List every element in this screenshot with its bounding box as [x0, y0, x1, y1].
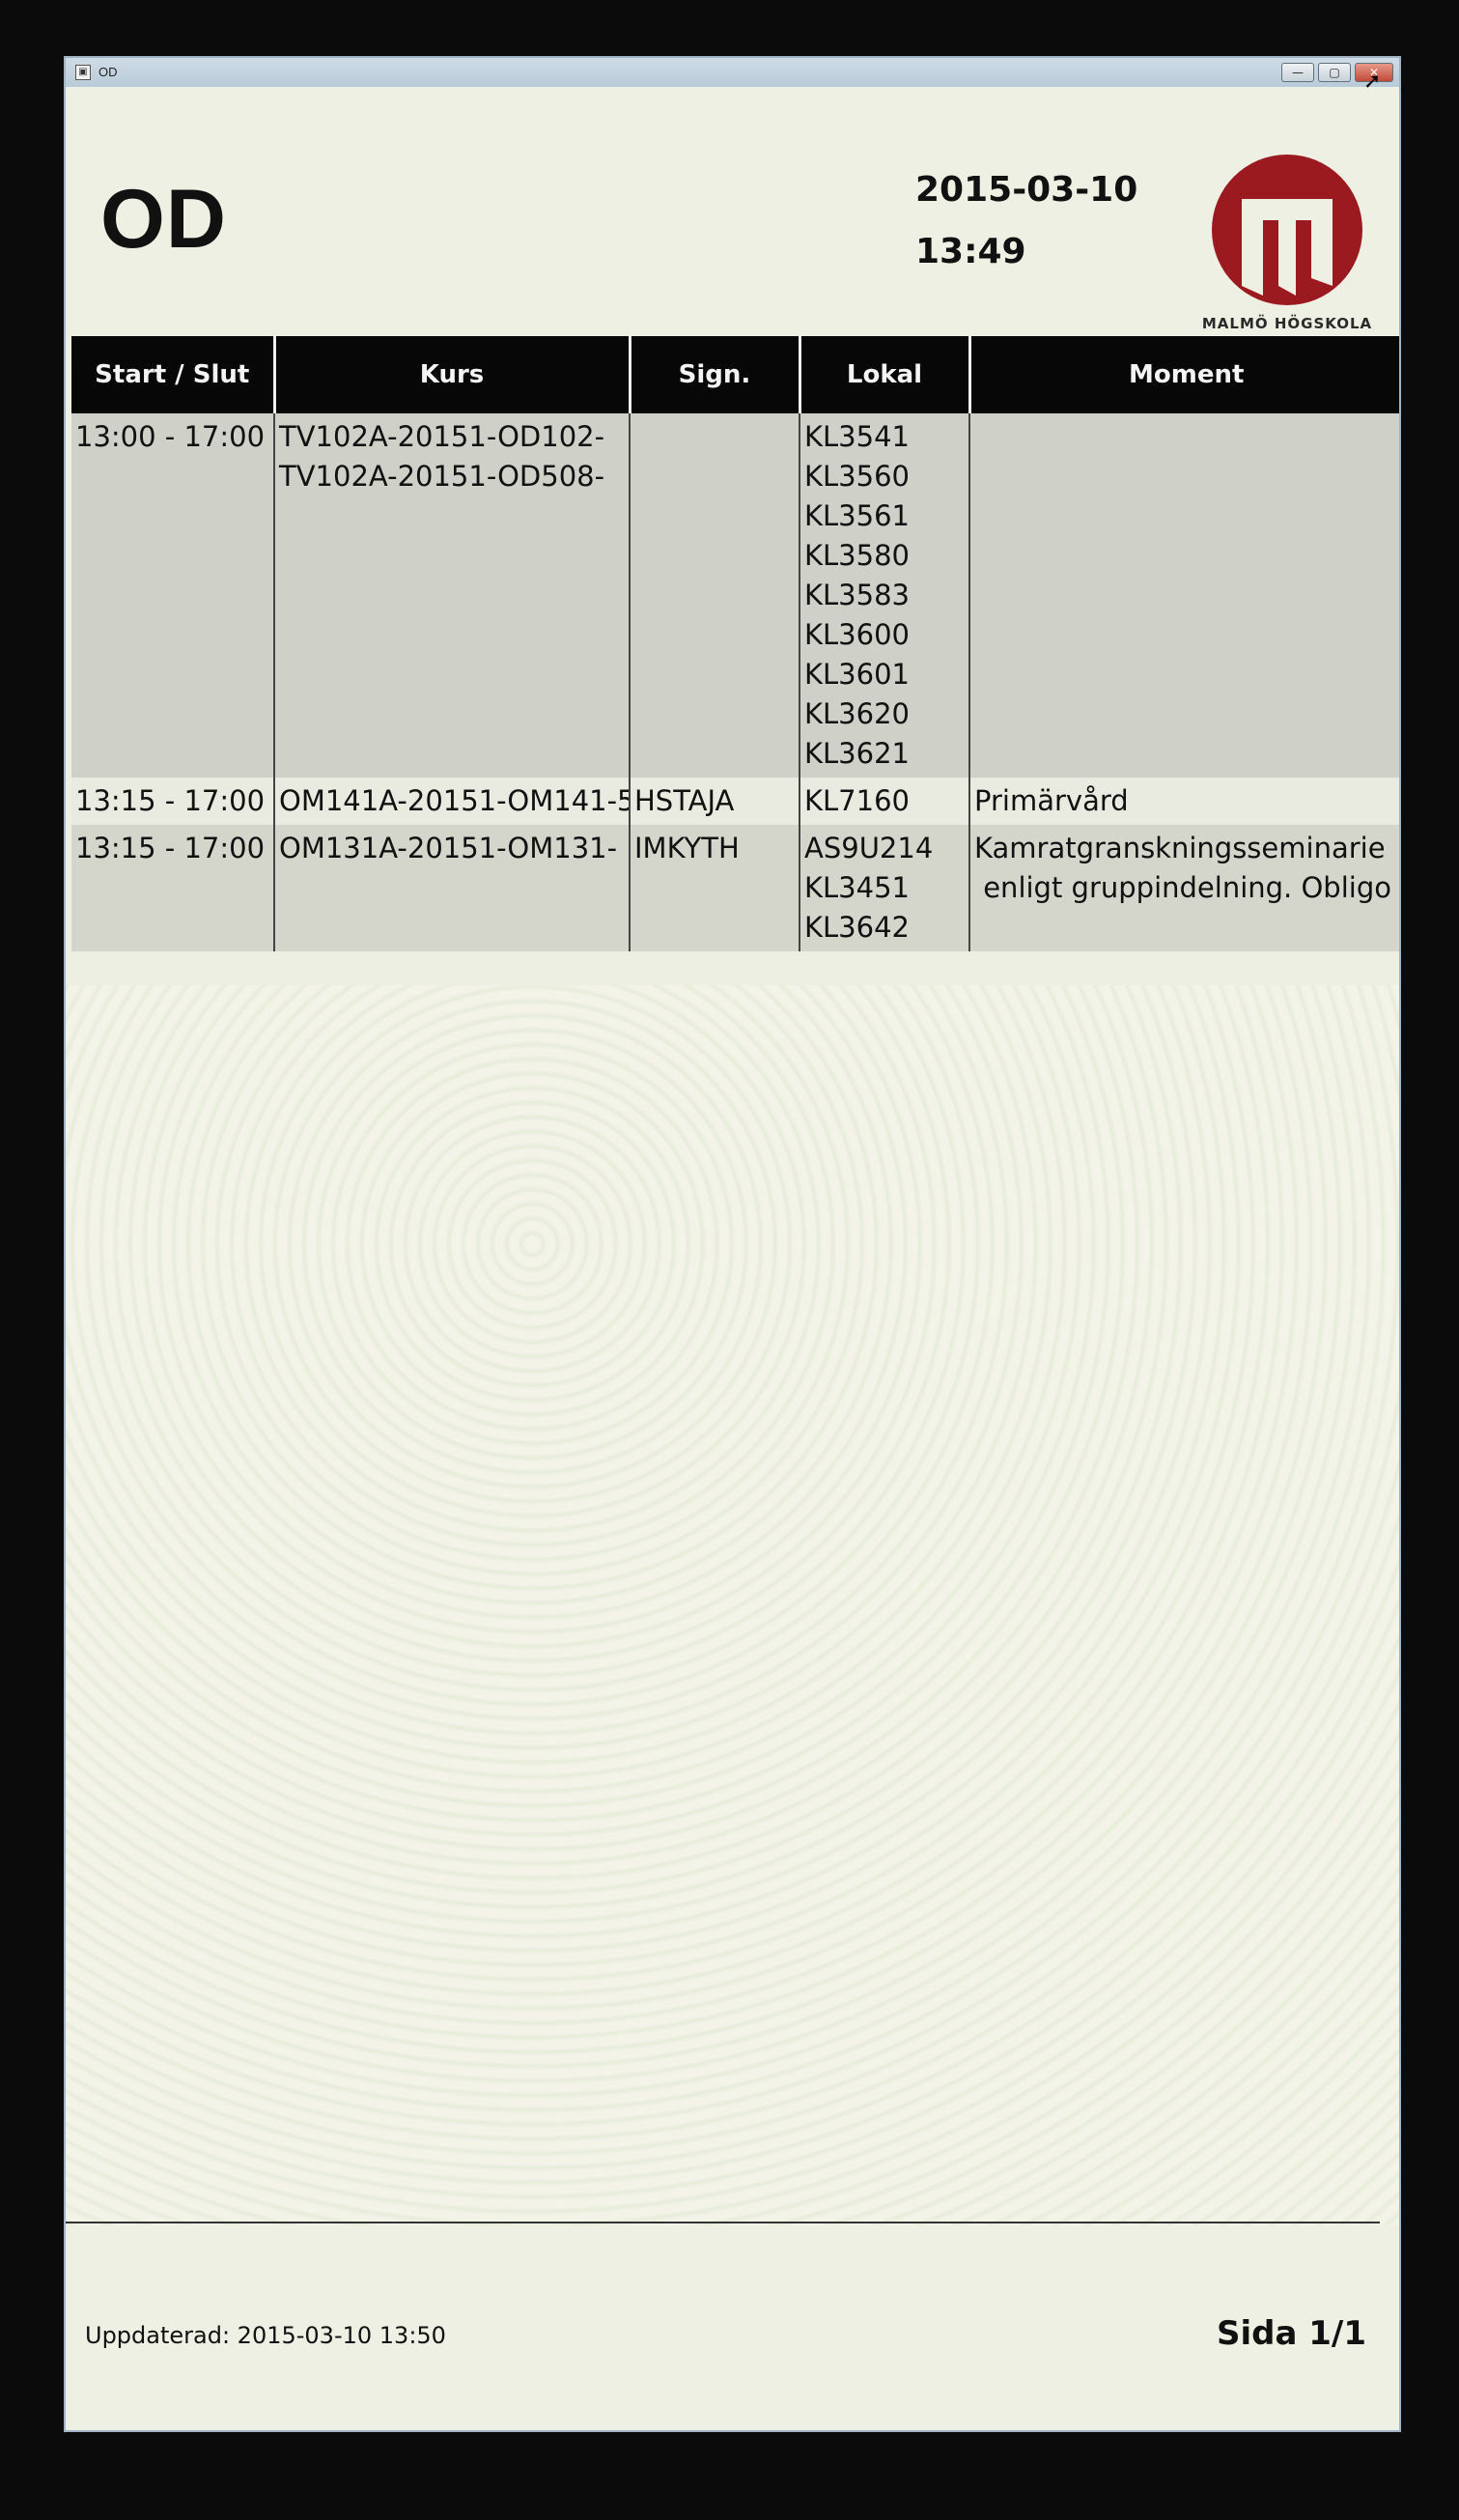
lokal-line: KL3583: [804, 579, 910, 611]
minimize-button[interactable]: —: [1281, 63, 1314, 82]
cell-sign: IMKYTH: [629, 825, 800, 951]
lokal-line: AS9U214: [804, 832, 934, 864]
footer-divider: [66, 2222, 1380, 2223]
column-header-sign: Sign.: [628, 336, 800, 413]
column-header-lokal: Lokal: [798, 336, 969, 413]
cell-sign: [629, 413, 800, 778]
cell-lokal: AS9U214 KL3451 KL3642: [799, 825, 969, 951]
minimize-icon: —: [1292, 66, 1304, 79]
lokal-line: KL7160: [804, 784, 910, 817]
kurs-line: TV102A-20151-OD508-: [279, 460, 605, 493]
title-bar[interactable]: ▣ OD — ▢ ✕: [66, 58, 1399, 88]
cell-time: 13:00 - 17:00: [71, 413, 274, 778]
lokal-line: KL3620: [804, 697, 910, 730]
room-title: OD: [100, 173, 227, 266]
kurs-line: OM141A-20151-OM141-5: [279, 784, 630, 817]
app-window: ▣ OD — ▢ ✕ OD 2015-03-10 13:49 MALMÖ HÖG…: [64, 56, 1401, 2432]
footer: Uppdaterad: 2015-03-10 13:50 Sida 1/1: [66, 2225, 1399, 2430]
table-row: 13:15 - 17:00 OM131A-20151-OM131- IMKYTH…: [71, 825, 1399, 951]
schedule-table: Start / Slut Kurs Sign. Lokal Moment 13:…: [71, 336, 1399, 951]
lokal-line: KL3560: [804, 460, 910, 493]
lokal-line: KL3561: [804, 499, 910, 532]
maximize-button[interactable]: ▢: [1318, 63, 1351, 82]
cell-sign: HSTAJA: [629, 778, 800, 825]
cell-lokal: KL3541 KL3560 KL3561 KL3580 KL3583 KL360…: [799, 413, 969, 778]
last-updated: Uppdaterad: 2015-03-10 13:50: [85, 2322, 446, 2349]
cell-lokal: KL7160: [799, 778, 969, 825]
cell-moment: Primärvård: [968, 778, 1399, 825]
kurs-line: TV102A-20151-OD102-: [279, 420, 605, 453]
malmo-hogskola-logo: MALMÖ HÖGSKOLA: [1195, 151, 1379, 354]
current-time: 13:49: [915, 232, 1026, 271]
empty-schedule-area: [66, 985, 1399, 2279]
cell-time: 13:15 - 17:00: [71, 825, 274, 951]
cell-kurs: OM131A-20151-OM131-: [273, 825, 630, 951]
table-row: 13:15 - 17:00 OM141A-20151-OM141-5 HSTAJ…: [71, 778, 1399, 825]
cell-moment: [968, 413, 1399, 778]
app-icon: ▣: [75, 65, 91, 80]
logo-emblem-icon: [1212, 155, 1362, 305]
kurs-line: OM131A-20151-OM131-: [279, 832, 618, 864]
cell-kurs: TV102A-20151-OD102- TV102A-20151-OD508-: [273, 413, 630, 778]
lokal-line: KL3621: [804, 737, 910, 770]
lokal-line: KL3541: [804, 420, 910, 453]
lokal-line: KL3580: [804, 539, 910, 572]
cell-moment: Kamratgranskningsseminarie enligt gruppi…: [968, 825, 1399, 951]
lokal-line: KL3600: [804, 618, 910, 651]
column-header-kurs: Kurs: [272, 336, 630, 413]
cell-time: 13:15 - 17:00: [71, 778, 274, 825]
window-title: OD: [98, 65, 118, 79]
logo-text: MALMÖ HÖGSKOLA: [1201, 315, 1373, 332]
page-indicator: Sida 1/1: [1217, 2314, 1366, 2353]
lokal-line: KL3451: [804, 871, 910, 904]
table-row: 13:00 - 17:00 TV102A-20151-OD102- TV102A…: [71, 413, 1399, 778]
maximize-icon: ▢: [1329, 66, 1340, 79]
mouse-cursor-icon: ➚: [1363, 70, 1382, 94]
cell-kurs: OM141A-20151-OM141-5: [273, 778, 630, 825]
table-header-row: Start / Slut Kurs Sign. Lokal Moment: [71, 336, 1399, 413]
current-date: 2015-03-10: [915, 170, 1138, 210]
column-header-start-slut: Start / Slut: [71, 336, 274, 413]
column-header-moment: Moment: [968, 336, 1399, 413]
lokal-line: KL3601: [804, 658, 910, 691]
lokal-line: KL3642: [804, 911, 910, 944]
header: OD 2015-03-10 13:49 MALMÖ HÖGSKOLA: [66, 87, 1399, 367]
